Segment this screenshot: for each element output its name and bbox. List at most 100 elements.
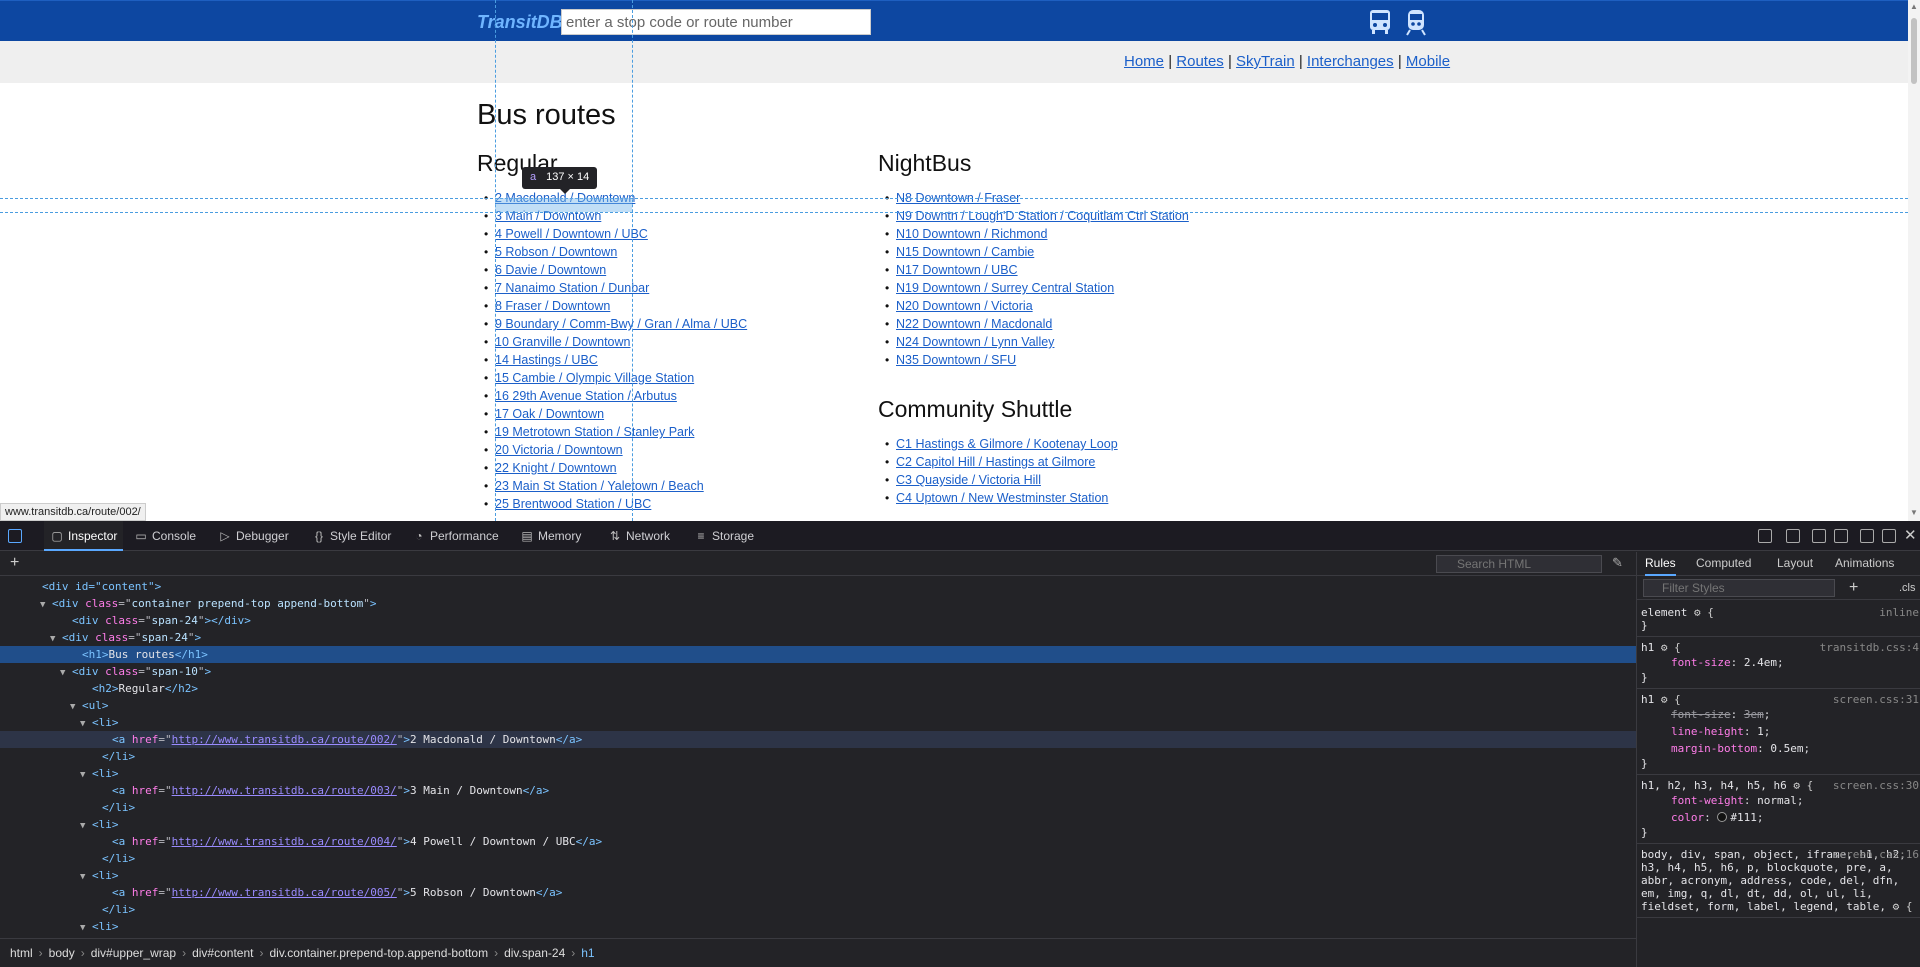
route-link[interactable]: N24 Downtown / Lynn Valley — [896, 335, 1054, 349]
nav-link-routes[interactable]: Routes — [1176, 53, 1224, 70]
css-declaration[interactable]: font-weight: normal; — [1641, 792, 1917, 809]
markup-node[interactable]: ▼ <li> — [0, 765, 1636, 782]
nav-link-home[interactable]: Home — [1124, 53, 1164, 70]
nav-link-skytrain[interactable]: SkyTrain — [1236, 53, 1295, 70]
nav-link-mobile[interactable]: Mobile — [1406, 53, 1450, 70]
route-link[interactable]: 22 Knight / Downtown — [495, 461, 617, 475]
css-declaration[interactable]: font-size: 2.4em; — [1641, 654, 1917, 671]
route-link[interactable]: N10 Downtown / Richmond — [896, 227, 1047, 241]
route-link[interactable]: 10 Granville / Downtown — [495, 335, 630, 349]
popout-icon[interactable] — [1882, 529, 1896, 543]
route-link[interactable]: C2 Capitol Hill / Hastings at Gilmore — [896, 455, 1095, 469]
markup-node[interactable]: </li> — [0, 901, 1636, 918]
scrollbar-thumb[interactable] — [1911, 18, 1917, 84]
markup-node[interactable]: ▼ <div class="span-24"> — [0, 629, 1636, 646]
page-scrollbar[interactable]: ▲ ▼ — [1908, 0, 1920, 521]
tab-animations[interactable]: Animations — [1835, 552, 1894, 576]
markup-node[interactable]: <div id="content"> — [0, 578, 1636, 595]
breadcrumb-item[interactable]: div.container.prepend-top.append-bottom — [269, 946, 488, 960]
css-declaration[interactable]: margin-bottom: 0.5em; — [1641, 740, 1917, 757]
stop-search-input[interactable] — [561, 9, 871, 35]
tab-storage[interactable]: ≡ Storage — [694, 521, 754, 551]
skytrain-icon[interactable] — [1403, 8, 1429, 36]
breadcrumb-item[interactable]: h1 — [581, 946, 594, 960]
screenshot-icon[interactable] — [1786, 529, 1800, 543]
breadcrumb-item[interactable]: div#content — [192, 946, 253, 960]
rule-source-link[interactable]: screen.css:31 — [1833, 693, 1919, 706]
route-link[interactable]: 6 Davie / Downtown — [495, 263, 606, 277]
tab-style-editor[interactable]: {} Style Editor — [312, 521, 391, 551]
route-link[interactable]: 9 Boundary / Comm-Bwy / Gran / Alma / UB… — [495, 317, 747, 331]
tab-console[interactable]: ▭ Console — [134, 521, 196, 551]
element-picker-icon[interactable] — [8, 529, 22, 543]
gear-icon[interactable]: ⚙ { — [1787, 779, 1813, 792]
route-link[interactable]: N19 Downtown / Surrey Central Station — [896, 281, 1114, 295]
search-html-input[interactable] — [1436, 555, 1602, 573]
route-link[interactable]: N22 Downtown / Macdonald — [896, 317, 1052, 331]
route-link[interactable]: 16 29th Avenue Station / Arbutus — [495, 389, 677, 403]
route-link[interactable]: C3 Quayside / Victoria Hill — [896, 473, 1041, 487]
device-icon[interactable] — [1812, 529, 1826, 543]
rule-selector[interactable]: element ⚙ { — [1641, 606, 1917, 619]
route-link[interactable]: 25 Brentwood Station / UBC — [495, 497, 651, 511]
markup-node[interactable]: ▼ <li> — [0, 867, 1636, 884]
markup-node[interactable]: ▼ <li> — [0, 714, 1636, 731]
route-link[interactable]: N35 Downtown / SFU — [896, 353, 1016, 367]
tab-memory[interactable]: ▤ Memory — [520, 521, 581, 551]
rule-source-link[interactable]: inline — [1879, 606, 1919, 619]
route-link[interactable]: C4 Uptown / New Westminster Station — [896, 491, 1108, 505]
markup-node[interactable]: <h2>Regular</h2> — [0, 680, 1636, 697]
markup-node[interactable]: ▼ <li> — [0, 918, 1636, 934]
tab-inspector[interactable]: ▢ Inspector — [44, 521, 124, 551]
markup-node[interactable]: ▼ <div class="container prepend-top appen… — [0, 595, 1636, 612]
markup-node[interactable]: </li> — [0, 799, 1636, 816]
gear-icon[interactable]: ⚙ { — [1687, 606, 1714, 619]
gear-icon[interactable]: ⚙ { — [1654, 693, 1681, 706]
route-link[interactable]: 14 Hastings / UBC — [495, 353, 598, 367]
eyedropper-icon[interactable]: ✎ — [1612, 555, 1623, 571]
markup-node[interactable]: </li> — [0, 748, 1636, 765]
tab-computed[interactable]: Computed — [1696, 552, 1751, 576]
add-node-icon[interactable]: + — [10, 554, 19, 572]
route-link[interactable]: 23 Main St Station / Yaletown / Beach — [495, 479, 704, 493]
route-link[interactable]: 17 Oak / Downtown — [495, 407, 604, 421]
gear-icon[interactable]: ⚙ { — [1654, 641, 1681, 654]
route-link[interactable]: C1 Hastings & Gilmore / Kootenay Loop — [896, 437, 1118, 451]
breadcrumb-item[interactable]: div#upper_wrap — [91, 946, 176, 960]
markup-node[interactable]: <a href="http://www.transitdb.ca/route/0… — [0, 833, 1636, 850]
settings-gear-icon[interactable] — [1860, 529, 1874, 543]
markup-node[interactable]: <a href="http://www.transitdb.ca/route/0… — [0, 884, 1636, 901]
site-logo[interactable]: TransitDB — [477, 12, 563, 33]
breadcrumb-item[interactable]: body — [49, 946, 75, 960]
responsive-design-icon[interactable] — [1758, 529, 1772, 543]
tab-layout[interactable]: Layout — [1777, 552, 1813, 576]
route-link[interactable]: 4 Powell / Downtown / UBC — [495, 227, 648, 241]
route-link[interactable]: 8 Fraser / Downtown — [495, 299, 610, 313]
breadcrumb-item[interactable]: div.span-24 — [504, 946, 565, 960]
tab-rules[interactable]: Rules — [1645, 552, 1676, 576]
route-link[interactable]: 20 Victoria / Downtown — [495, 443, 623, 457]
route-link[interactable]: N20 Downtown / Victoria — [896, 299, 1033, 313]
tab-debugger[interactable]: ▷ Debugger — [218, 521, 288, 551]
markup-node[interactable]: <h1>Bus routes</h1> — [0, 646, 1636, 663]
expand-twisty-icon[interactable]: ▼ — [80, 920, 92, 934]
scroll-down-arrow-icon[interactable]: ▼ — [1909, 508, 1919, 517]
gear-icon[interactable]: ⚙ { — [1886, 900, 1913, 913]
breadcrumb-item[interactable]: html — [10, 946, 33, 960]
scroll-up-arrow-icon[interactable]: ▲ — [1909, 2, 1919, 11]
css-declaration[interactable]: color: #111; — [1641, 809, 1917, 826]
css-declaration[interactable]: font-size: 3em; — [1641, 706, 1917, 723]
dock-options-icon[interactable] — [1834, 529, 1848, 543]
filter-styles-input[interactable] — [1643, 579, 1835, 597]
route-link[interactable]: 7 Nanaimo Station / Dunbar — [495, 281, 649, 295]
route-link[interactable]: N17 Downtown / UBC — [896, 263, 1018, 277]
rule-source-link[interactable]: screen.css:30 — [1833, 779, 1919, 792]
markup-node[interactable]: <a href="http://www.transitdb.ca/route/0… — [0, 782, 1636, 799]
tab-network[interactable]: ⇅ Network — [608, 521, 670, 551]
route-link[interactable]: 15 Cambie / Olympic Village Station — [495, 371, 694, 385]
markup-node[interactable]: </li> — [0, 850, 1636, 867]
rule-source-link[interactable]: transitdb.css:4 — [1820, 641, 1919, 654]
rule-source-link[interactable]: screen.css:16 — [1833, 848, 1919, 861]
route-link[interactable]: 19 Metrotown Station / Stanley Park — [495, 425, 694, 439]
route-link[interactable]: N15 Downtown / Cambie — [896, 245, 1034, 259]
